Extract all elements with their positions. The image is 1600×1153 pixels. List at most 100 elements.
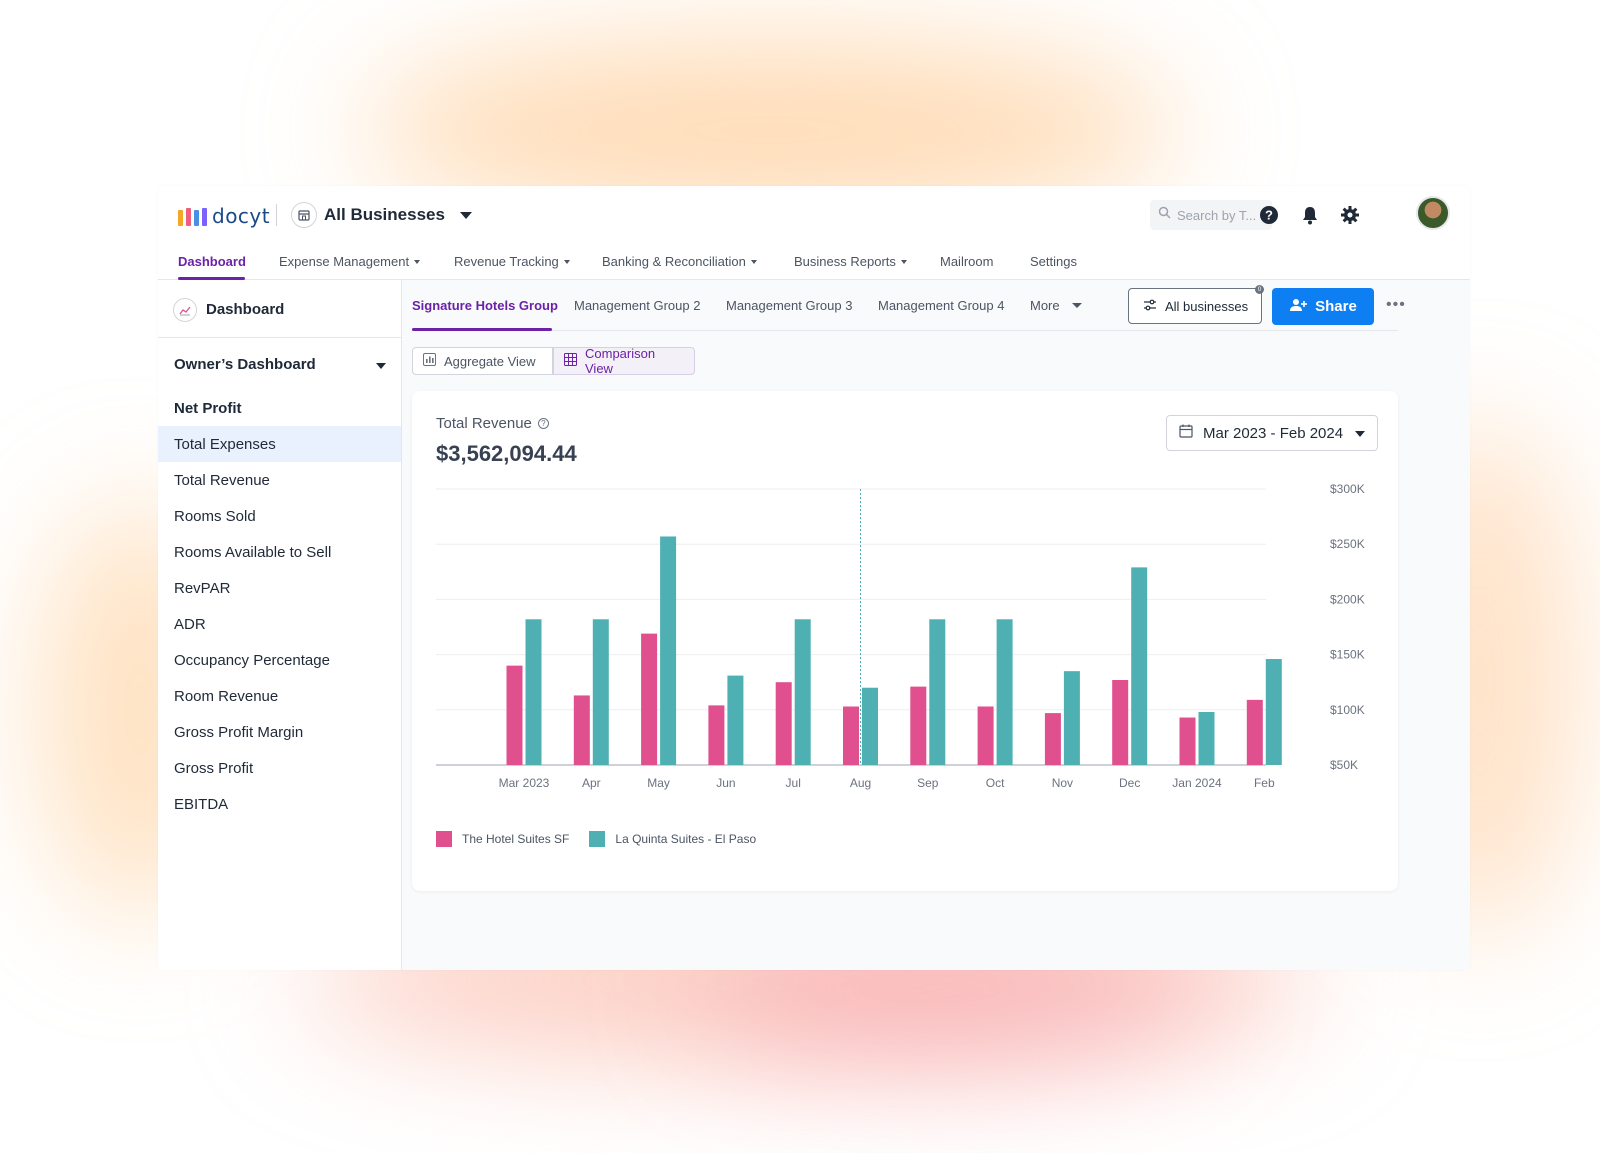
sidebar-item-ebitda[interactable]: EBITDA bbox=[158, 786, 401, 822]
sidebar-header: Dashboard bbox=[158, 280, 401, 338]
bell-icon[interactable] bbox=[1299, 204, 1321, 226]
chart-bar bbox=[506, 665, 523, 765]
x-tick-label: Nov bbox=[1052, 776, 1073, 790]
chart-bar bbox=[573, 695, 590, 765]
x-tick-label: Dec bbox=[1119, 776, 1140, 790]
more-options-icon[interactable]: ••• bbox=[1386, 296, 1406, 314]
help-circle-icon[interactable]: ? bbox=[537, 418, 549, 429]
storefront-icon bbox=[291, 202, 317, 228]
sidebar-item-rooms-sold[interactable]: Rooms Sold bbox=[158, 498, 401, 534]
sidebar-item-room-revenue[interactable]: Room Revenue bbox=[158, 678, 401, 714]
logo-bar bbox=[186, 208, 191, 226]
card-title-text: Total Revenue bbox=[436, 415, 532, 432]
chart-bar bbox=[708, 705, 725, 765]
nav-expense-management[interactable]: Expense Management bbox=[279, 254, 421, 269]
sidebar-item-revpar[interactable]: RevPAR bbox=[158, 570, 401, 606]
share-button[interactable]: Share bbox=[1272, 288, 1374, 325]
date-range-picker[interactable]: Mar 2023 - Feb 2024 bbox=[1166, 415, 1378, 451]
date-range-label: Mar 2023 - Feb 2024 bbox=[1203, 424, 1344, 442]
main-content: Signature Hotels Group Management Group … bbox=[402, 280, 1470, 970]
logo-bar bbox=[194, 210, 199, 226]
chevron-down-icon[interactable] bbox=[376, 363, 386, 369]
x-tick-label: Oct bbox=[986, 776, 1005, 790]
chart-bar bbox=[1131, 567, 1148, 765]
nav-mailroom[interactable]: Mailroom bbox=[940, 254, 993, 269]
active-tab-indicator bbox=[412, 328, 552, 331]
tab-management-group-2[interactable]: Management Group 2 bbox=[574, 298, 700, 313]
legend-item[interactable]: The Hotel Suites SF bbox=[436, 831, 569, 847]
search-box[interactable] bbox=[1150, 200, 1272, 230]
nav-label: Expense Management bbox=[279, 254, 410, 269]
chart-legend: The Hotel Suites SF La Quinta Suites - E… bbox=[436, 831, 756, 847]
tab-management-group-3[interactable]: Management Group 3 bbox=[726, 298, 852, 313]
chart-icon bbox=[173, 298, 197, 322]
tab-more[interactable]: More bbox=[1030, 298, 1082, 313]
nav-revenue-tracking[interactable]: Revenue Tracking bbox=[454, 254, 570, 269]
business-selector-label[interactable]: All Businesses bbox=[324, 205, 445, 225]
sidebar-item-rooms-available[interactable]: Rooms Available to Sell bbox=[158, 534, 401, 570]
search-input[interactable] bbox=[1177, 207, 1267, 223]
sidebar-title: Dashboard bbox=[206, 301, 285, 318]
chart-bar bbox=[727, 675, 744, 765]
chart-bar bbox=[910, 686, 927, 765]
sidebar-group-owners-dashboard[interactable]: Owner’s Dashboard bbox=[174, 356, 316, 373]
chevron-down-icon bbox=[750, 259, 757, 264]
chart-bar bbox=[1246, 699, 1263, 765]
sidebar-item-occupancy[interactable]: Occupancy Percentage bbox=[158, 642, 401, 678]
bar-chart-icon bbox=[423, 353, 436, 369]
main-nav: Dashboard Expense Management Revenue Tra… bbox=[158, 244, 1470, 280]
tab-management-group-4[interactable]: Management Group 4 bbox=[878, 298, 1004, 313]
nav-dashboard[interactable]: Dashboard bbox=[178, 254, 246, 269]
comparison-view-button[interactable]: Comparison View bbox=[553, 346, 695, 376]
legend-swatch bbox=[589, 831, 606, 847]
avatar[interactable] bbox=[1416, 196, 1450, 230]
sidebar-item-total-expenses[interactable]: Total Expenses bbox=[158, 426, 401, 462]
app-window: docyt All Businesses ? Dashboard Expense… bbox=[158, 186, 1470, 970]
aggregate-view-button[interactable]: Aggregate View bbox=[412, 347, 553, 375]
legend-item[interactable]: La Quinta Suites - El Paso bbox=[589, 831, 756, 847]
tab-more-label: More bbox=[1030, 298, 1060, 313]
card-value: $3,562,094.44 bbox=[436, 441, 577, 466]
x-tick-label: May bbox=[647, 776, 670, 790]
legend-label: La Quinta Suites - El Paso bbox=[615, 832, 757, 846]
chart-bar bbox=[996, 619, 1013, 765]
x-tick-label: Jun bbox=[716, 776, 735, 790]
docyt-logo[interactable]: docyt bbox=[178, 204, 270, 226]
card-title: Total Revenue ? bbox=[436, 415, 549, 432]
chart-bar bbox=[1198, 712, 1215, 765]
sidebar-item-gross-profit-margin[interactable]: Gross Profit Margin bbox=[158, 714, 401, 750]
sidebar-item-net-profit[interactable]: Net Profit bbox=[158, 390, 401, 426]
y-tick-label: $300K bbox=[1330, 482, 1365, 496]
chart-bar bbox=[977, 706, 994, 765]
chart-bar bbox=[929, 619, 946, 765]
filter-count-badge: 0 bbox=[1255, 285, 1264, 294]
chart-bar bbox=[1063, 671, 1080, 765]
sidebar-item-adr[interactable]: ADR bbox=[158, 606, 401, 642]
nav-settings[interactable]: Settings bbox=[1030, 254, 1077, 269]
chart-bar bbox=[660, 536, 677, 765]
nav-banking-reconciliation[interactable]: Banking & Reconciliation bbox=[602, 254, 757, 269]
add-user-icon bbox=[1289, 298, 1308, 316]
y-tick-label: $200K bbox=[1330, 592, 1365, 606]
sidebar-item-total-revenue[interactable]: Total Revenue bbox=[158, 462, 401, 498]
top-bar: docyt All Businesses ? bbox=[158, 186, 1470, 244]
chevron-down-icon bbox=[563, 259, 570, 264]
search-icon bbox=[1158, 206, 1171, 224]
business-filter-button[interactable]: All businesses 0 bbox=[1128, 285, 1264, 324]
help-circle-icon[interactable]: ? bbox=[1258, 204, 1280, 226]
chart-bar bbox=[1179, 717, 1196, 765]
chart-bar bbox=[592, 619, 609, 765]
x-tick-label: Jul bbox=[786, 776, 801, 790]
x-tick-label: Mar 2023 bbox=[499, 776, 550, 790]
sidebar-item-gross-profit[interactable]: Gross Profit bbox=[158, 750, 401, 786]
calendar-icon bbox=[1179, 424, 1193, 442]
nav-business-reports[interactable]: Business Reports bbox=[794, 254, 907, 269]
chart-bar bbox=[862, 687, 878, 765]
y-tick-label: $250K bbox=[1330, 537, 1365, 551]
chevron-down-icon[interactable] bbox=[460, 212, 472, 219]
chevron-down-icon bbox=[414, 259, 421, 264]
tab-signature-hotels-group[interactable]: Signature Hotels Group bbox=[412, 298, 558, 313]
x-tick-label: Jan 2024 bbox=[1172, 776, 1222, 790]
gear-icon[interactable] bbox=[1339, 204, 1361, 226]
chart-bar bbox=[794, 619, 811, 765]
